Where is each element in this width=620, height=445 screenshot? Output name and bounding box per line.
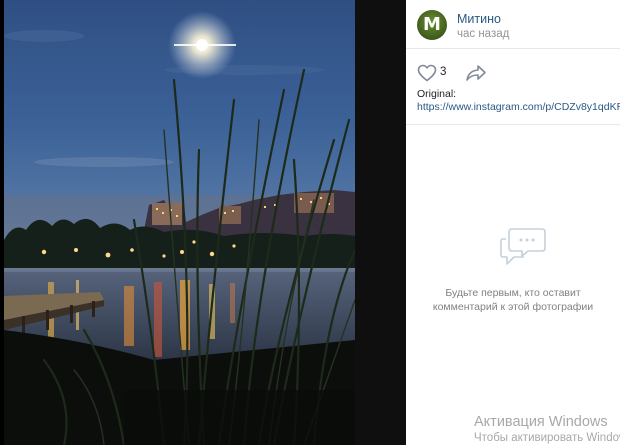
post-time[interactable]: час назад	[457, 28, 509, 40]
original-link[interactable]: https://www.instagram.com/p/CDZv8y1qdKR/	[417, 101, 620, 113]
actions-bar: 3	[406, 56, 620, 86]
description-label: Original:	[417, 88, 457, 100]
like-count: 3	[440, 66, 447, 78]
share-arrow-icon[interactable]	[465, 64, 487, 82]
viewer-gap	[355, 0, 406, 445]
photo-side-panel: M Митино час назад 3 Original: https://w…	[406, 0, 620, 445]
speech-bubbles-icon	[500, 228, 546, 265]
section-divider	[406, 124, 620, 125]
empty-comments-line-1: Будьте первым, кто оставит	[445, 287, 581, 299]
windows-activation-title: Активация Windows	[474, 414, 608, 430]
author-name[interactable]: Митино	[457, 12, 501, 26]
photo[interactable]	[4, 0, 355, 445]
empty-comments-line-2: комментарий к этой фотографии	[432, 301, 594, 313]
heart-outline-icon[interactable]	[417, 64, 437, 82]
night-landscape-photo	[4, 11, 355, 445]
avatar[interactable]: M	[417, 10, 447, 40]
windows-activation-subtitle: Чтобы активировать Windows	[474, 432, 620, 444]
post-header: M Митино час назад	[406, 0, 620, 49]
